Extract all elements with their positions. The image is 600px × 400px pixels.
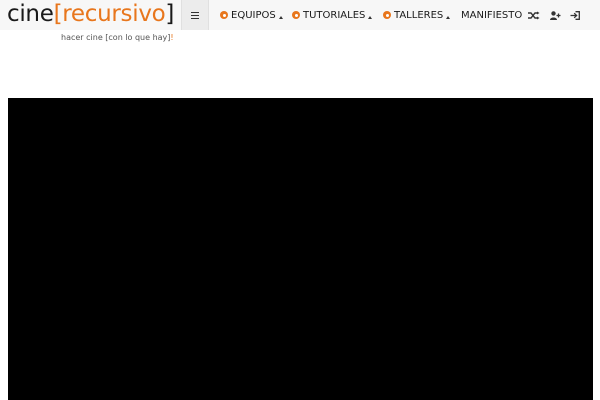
logo-bracket-open: [ — [53, 1, 63, 27]
shuffle-button[interactable] — [524, 0, 544, 30]
login-button[interactable] — [565, 0, 585, 30]
nav-item-label: TUTORIALES — [303, 9, 366, 21]
page: cine[recursivo] EQUIPOS TUTORIALES TALLE… — [0, 0, 600, 400]
nav-item-label: MANIFIESTO — [461, 9, 523, 21]
nav-item-label: EQUIPOS — [231, 9, 276, 21]
site-header: cine[recursivo] EQUIPOS TUTORIALES TALLE… — [0, 0, 600, 30]
circle-dot-icon — [383, 11, 391, 19]
add-user-button[interactable] — [545, 0, 565, 30]
site-logo[interactable]: cine[recursivo] — [7, 0, 174, 28]
circle-dot-icon — [220, 11, 228, 19]
circle-dot-icon — [292, 11, 300, 19]
login-icon — [570, 10, 580, 20]
nav-item-tutoriales[interactable]: TUTORIALES — [292, 0, 373, 30]
nav-item-label: TALLERES — [394, 9, 444, 21]
video-player[interactable] — [8, 98, 593, 400]
shuffle-icon — [528, 11, 540, 19]
nav-item-talleres[interactable]: TALLERES — [383, 0, 451, 30]
nav-item-equipos[interactable]: EQUIPOS — [220, 0, 283, 30]
nav-item-manifiesto[interactable]: MANIFIESTO — [461, 0, 522, 30]
menu-toggle-button[interactable] — [181, 0, 209, 30]
logo-text-plain: cine — [7, 1, 54, 27]
tagline-text: hacer cine [con lo que hay] — [61, 33, 171, 42]
caret-up-icon — [278, 15, 283, 19]
logo-bracket-close: ] — [165, 1, 175, 27]
logo-text-accent: recursivo — [62, 1, 166, 27]
caret-up-icon — [368, 15, 373, 19]
tagline-exclamation: ! — [170, 33, 174, 42]
caret-up-icon — [446, 15, 451, 19]
hamburger-icon — [191, 11, 199, 19]
site-tagline: hacer cine [con lo que hay]! — [61, 31, 174, 45]
add-user-icon — [549, 10, 560, 20]
